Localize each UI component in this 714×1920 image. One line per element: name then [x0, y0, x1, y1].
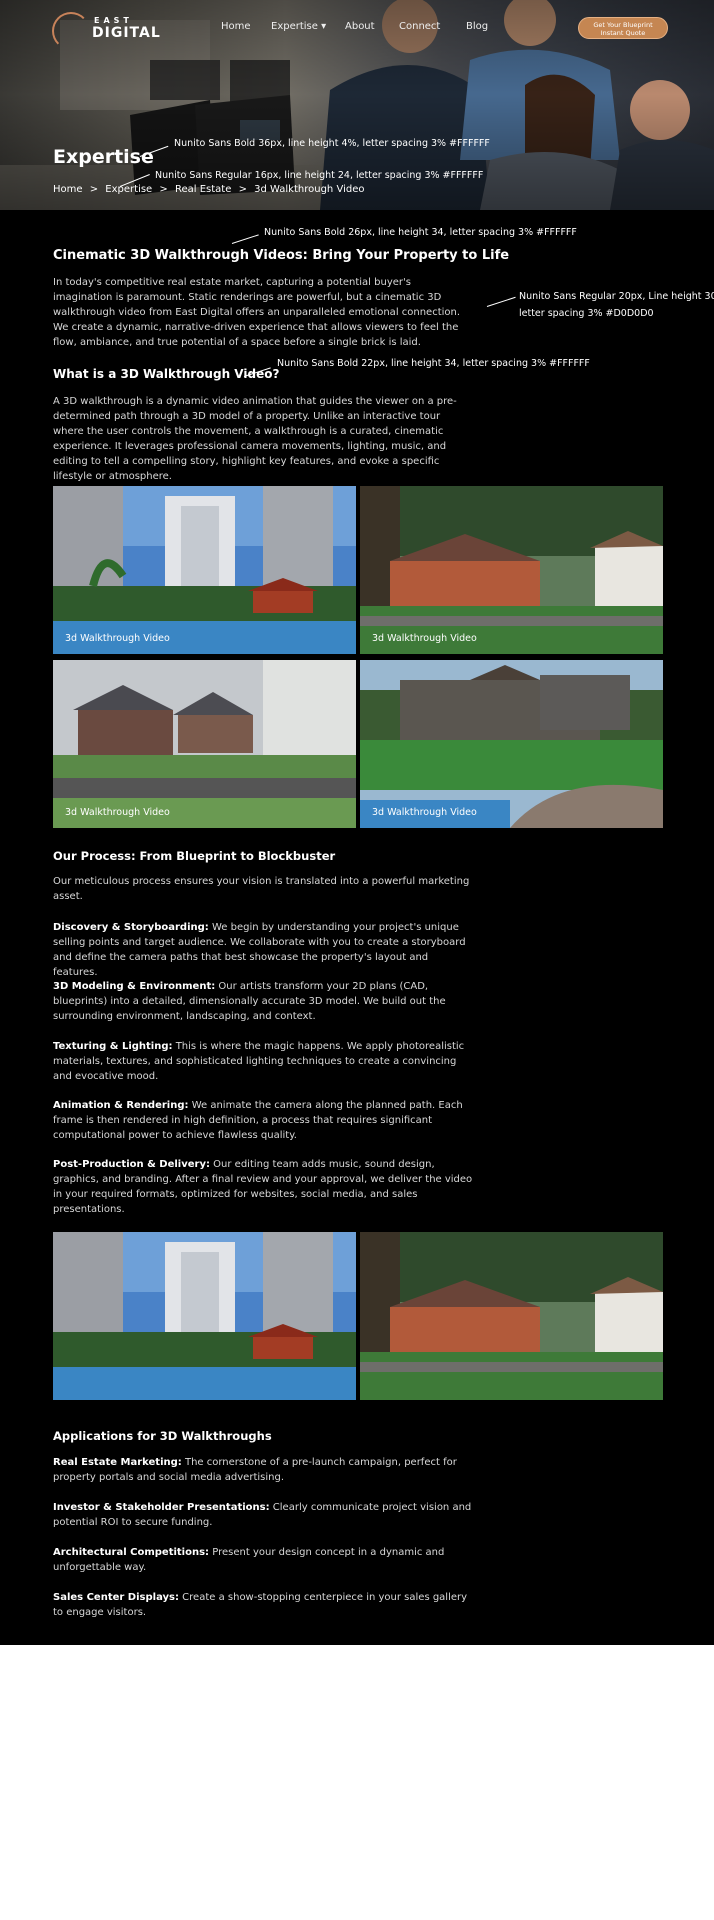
- page: EAST DIGITAL Home Expertise ▾ About Conn…: [0, 0, 714, 1645]
- gallery-image-highrise[interactable]: [53, 1232, 356, 1400]
- breadcrumb-separator: >: [89, 184, 99, 195]
- breadcrumb-separator: >: [238, 184, 247, 195]
- process-intro: Our meticulous process ensures your visi…: [53, 876, 470, 902]
- application-item: Architectural Competitions: Present your…: [53, 1545, 473, 1575]
- step-title: Discovery & Storyboarding:: [53, 922, 209, 933]
- breadcrumb-home[interactable]: Home: [53, 184, 83, 195]
- image-caption: 3d Walkthrough Video: [65, 633, 170, 644]
- cottage-render-image: [360, 1232, 663, 1400]
- chevron-down-icon: ▾: [321, 21, 327, 32]
- highrise-render-image: [53, 486, 356, 654]
- annotation-arrow: [231, 234, 259, 244]
- application-title: Investor & Stakeholder Presentations:: [53, 1502, 270, 1513]
- nav-connect[interactable]: Connect: [399, 21, 440, 32]
- breadcrumb-real-estate[interactable]: Real Estate: [175, 184, 231, 195]
- logo-text-top: EAST: [94, 16, 133, 25]
- application-item: Real Estate Marketing: The cornerstone o…: [53, 1455, 473, 1485]
- resort-render-image: [360, 660, 663, 828]
- logo-arc-icon: [52, 12, 90, 50]
- page-title: Expertise: [53, 146, 154, 168]
- cta-line-1: Get Your Blueprint: [593, 21, 653, 29]
- step-title: Post-Production & Delivery:: [53, 1159, 210, 1170]
- process-step: Texturing & Lighting: This is where the …: [53, 1039, 473, 1084]
- step-title: 3D Modeling & Environment:: [53, 981, 216, 992]
- process-step: Discovery & Storyboarding: We begin by u…: [53, 920, 473, 978]
- intro-paragraph: In today's competitive real estate marke…: [53, 277, 461, 348]
- cta-line-2: Instant Quote: [600, 29, 646, 37]
- annotation-body-line-2: letter spacing 3% #D0D0D0: [519, 308, 654, 319]
- nav-home[interactable]: Home: [221, 21, 251, 32]
- process-step: Post-Production & Delivery: Our editing …: [53, 1157, 473, 1215]
- intro-heading: Cinematic 3D Walkthrough Videos: Bring Y…: [53, 248, 510, 263]
- annotation-heading: Nunito Sans Bold 26px, line height 34, l…: [264, 227, 577, 238]
- process-heading: Our Process: From Blueprint to Blockbust…: [53, 849, 336, 863]
- breadcrumb-expertise[interactable]: Expertise: [105, 184, 152, 195]
- application-item: Sales Center Displays: Create a show-sto…: [53, 1590, 473, 1620]
- application-title: Sales Center Displays:: [53, 1592, 179, 1603]
- process-step: Animation & Rendering: We animate the ca…: [53, 1098, 473, 1143]
- top-navigation: EAST DIGITAL Home Expertise ▾ About Conn…: [0, 0, 714, 54]
- gallery-image-cottage[interactable]: 3d Walkthrough Video: [360, 486, 663, 654]
- what-paragraph: A 3D walkthrough is a dynamic video anim…: [53, 396, 457, 482]
- get-quote-button[interactable]: Get Your Blueprint Instant Quote: [578, 17, 668, 39]
- breadcrumb-current: 3d Walkthrough Video: [254, 184, 365, 195]
- breadcrumb-separator: >: [159, 184, 168, 195]
- gallery-image-cottage[interactable]: [360, 1232, 663, 1400]
- hero-banner: EAST DIGITAL Home Expertise ▾ About Conn…: [0, 0, 714, 210]
- nav-blog[interactable]: Blog: [466, 21, 488, 32]
- image-caption: 3d Walkthrough Video: [372, 633, 477, 644]
- annotation-breadcrumb: Nunito Sans Regular 16px, line height 24…: [155, 170, 484, 181]
- annotation-body-line-1: Nunito Sans Regular 20px, Line height 30…: [519, 291, 714, 302]
- nav-expertise[interactable]: Expertise ▾: [271, 21, 326, 32]
- applications-heading: Applications for 3D Walkthroughs: [53, 1429, 272, 1443]
- image-caption: 3d Walkthrough Video: [65, 807, 170, 818]
- nav-expertise-label: Expertise: [271, 21, 318, 32]
- step-title: Animation & Rendering:: [53, 1100, 189, 1111]
- annotation-arrow: [486, 296, 516, 307]
- logo-text-bottom: DIGITAL: [92, 25, 161, 41]
- cottage-render-image: [360, 486, 663, 654]
- breadcrumb: Home > Expertise > Real Estate > 3d Walk…: [53, 184, 368, 195]
- highrise-render-image: [53, 1232, 356, 1400]
- gallery-image-townhouses[interactable]: 3d Walkthrough Video: [53, 660, 356, 828]
- townhouses-render-image: [53, 660, 356, 828]
- what-heading: What is a 3D Walkthrough Video?: [53, 367, 280, 381]
- process-step: 3D Modeling & Environment: Our artists t…: [53, 979, 473, 1024]
- annotation-subheading: Nunito Sans Bold 22px, line height 34, l…: [277, 358, 590, 369]
- application-title: Real Estate Marketing:: [53, 1457, 182, 1468]
- application-title: Architectural Competitions:: [53, 1547, 210, 1558]
- gallery-image-resort[interactable]: 3d Walkthrough Video: [360, 660, 663, 828]
- brand-logo[interactable]: EAST DIGITAL: [52, 12, 160, 50]
- step-title: Texturing & Lighting:: [53, 1041, 173, 1052]
- image-caption: 3d Walkthrough Video: [372, 807, 477, 818]
- nav-about[interactable]: About: [345, 21, 375, 32]
- gallery-image-highrise[interactable]: 3d Walkthrough Video: [53, 486, 356, 654]
- application-item: Investor & Stakeholder Presentations: Cl…: [53, 1500, 473, 1530]
- annotation-hero-title: Nunito Sans Bold 36px, line height 4%, l…: [174, 138, 490, 149]
